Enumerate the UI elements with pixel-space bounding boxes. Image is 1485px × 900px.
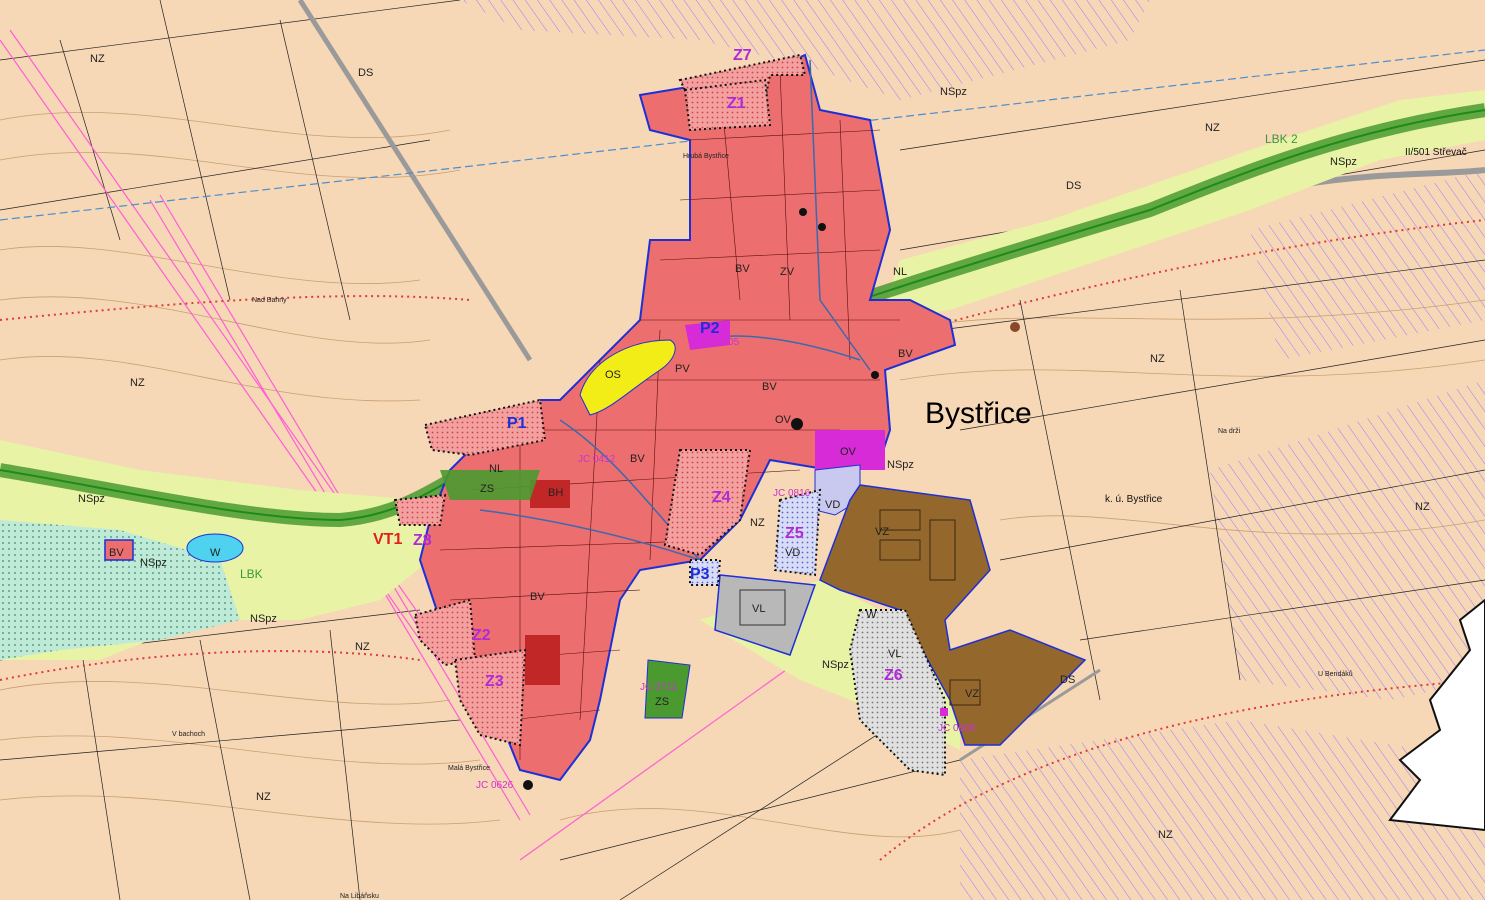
code-w-2: W bbox=[866, 609, 877, 621]
code-nz-5: NZ bbox=[1150, 353, 1165, 365]
jc-code-0626: JC 0626 bbox=[476, 780, 514, 791]
code-nspz-4: NSpz bbox=[940, 86, 967, 98]
code-nz-9: NZ bbox=[750, 517, 765, 529]
cadastre-label: k. ú. Bystřice bbox=[1105, 494, 1163, 505]
area-z1-label: Z1 bbox=[727, 95, 746, 112]
place-mala-bystrice: Malá Bystřice bbox=[448, 765, 490, 772]
lbk-label: LBK bbox=[240, 567, 263, 581]
area-z8-label: Z8 bbox=[413, 532, 432, 549]
code-vd-2: VD bbox=[785, 547, 800, 559]
code-bv-3: BV bbox=[898, 348, 913, 360]
area-z7-label: Z7 bbox=[733, 47, 752, 64]
landmark-symbol-east bbox=[1010, 322, 1020, 332]
code-nspz-5: NSpz bbox=[887, 459, 914, 471]
place-hruba-bystrice: Hrubá Bystřice bbox=[683, 153, 729, 160]
place-na-drzi: Na drži bbox=[1218, 428, 1241, 435]
code-bv-2: BV bbox=[762, 381, 777, 393]
code-bv-4: BV bbox=[630, 453, 645, 465]
code-vz-1: VZ bbox=[965, 688, 979, 700]
code-nz-3: NZ bbox=[355, 641, 370, 653]
area-p1-label: P1 bbox=[507, 415, 527, 432]
jc0608-marker bbox=[940, 708, 948, 716]
code-vl-2: VL bbox=[888, 648, 901, 660]
road-label: II/501 Střevač bbox=[1405, 147, 1467, 158]
code-nspz-2: NSpz bbox=[140, 557, 167, 569]
code-ov-1: OV bbox=[840, 446, 857, 458]
jc-code-0605: JC 0605 bbox=[702, 337, 740, 348]
code-ds-3: DS bbox=[358, 67, 373, 79]
code-vd-1: VD bbox=[825, 499, 840, 511]
area-z6-label: Z6 bbox=[884, 667, 903, 684]
code-zv-1: ZV bbox=[780, 266, 795, 278]
code-nspz-6: NSpz bbox=[822, 659, 849, 671]
code-nspz-7: NSpz bbox=[1330, 156, 1357, 168]
code-nspz-1: NSpz bbox=[78, 493, 105, 505]
chapel-symbol-north bbox=[799, 208, 807, 216]
jc-code-0816: JC 0816 bbox=[773, 488, 811, 499]
code-ds-1: DS bbox=[1066, 180, 1081, 192]
zoning-map[interactable]: Bystřice k. ú. Bystřice II/501 Střevač L… bbox=[0, 0, 1485, 900]
code-w-1: W bbox=[210, 547, 221, 559]
code-nz-1: NZ bbox=[90, 53, 105, 65]
area-z3-label: Z3 bbox=[485, 673, 504, 690]
place-v-bachoch: V bachoch bbox=[172, 731, 205, 738]
code-os-1: OS bbox=[605, 369, 621, 381]
church-symbol bbox=[791, 418, 803, 430]
settlement-name: Bystřice bbox=[925, 397, 1032, 430]
code-nz-7: NZ bbox=[1415, 501, 1430, 513]
jc-code-0608: JC 0608 bbox=[938, 723, 976, 734]
jc-code-0412: JC 0412 bbox=[578, 454, 616, 465]
code-bv-1: BV bbox=[735, 263, 750, 275]
code-ov-2: OV bbox=[775, 414, 792, 426]
area-p2-label: P2 bbox=[700, 320, 720, 337]
code-vl-1: VL bbox=[752, 603, 765, 615]
code-ds-2: DS bbox=[1060, 674, 1075, 686]
lbk2-label: LBK 2 bbox=[1265, 132, 1298, 146]
code-nz-8: NZ bbox=[1158, 829, 1173, 841]
code-vz-2: VZ bbox=[875, 526, 889, 538]
place-nad-bahny: Nad Bahny bbox=[252, 297, 287, 304]
south-node-symbol bbox=[523, 780, 533, 790]
area-z4-label: Z4 bbox=[712, 489, 731, 506]
place-u-bendaku: U Bendáků bbox=[1318, 670, 1353, 678]
code-nspz-3: NSpz bbox=[250, 613, 277, 625]
crossroad-symbol bbox=[871, 371, 879, 379]
code-bv-6: BV bbox=[109, 547, 124, 559]
area-z5-label: Z5 bbox=[785, 525, 804, 542]
code-nl-1: NL bbox=[489, 463, 503, 475]
code-bh-1: BH bbox=[548, 487, 563, 499]
code-nl-2: NL bbox=[893, 266, 907, 278]
area-z2-label: Z2 bbox=[472, 627, 491, 644]
code-pv-1: PV bbox=[675, 363, 690, 375]
area-p3-label: P3 bbox=[690, 566, 710, 583]
code-zs-2: ZS bbox=[655, 696, 669, 708]
code-nz-2: NZ bbox=[130, 377, 145, 389]
bh-block-south bbox=[525, 635, 560, 685]
area-z8-shape bbox=[393, 493, 447, 526]
chapel-symbol-2 bbox=[818, 223, 826, 231]
vt1-label: VT1 bbox=[373, 531, 402, 548]
code-bv-5: BV bbox=[530, 591, 545, 603]
jc-code-0712: JC 0712 bbox=[640, 682, 678, 693]
place-na-libansku: Na Libáňsku bbox=[340, 893, 379, 900]
code-zs-1: ZS bbox=[480, 483, 494, 495]
code-nz-6: NZ bbox=[1205, 122, 1220, 134]
code-nz-4: NZ bbox=[256, 791, 271, 803]
